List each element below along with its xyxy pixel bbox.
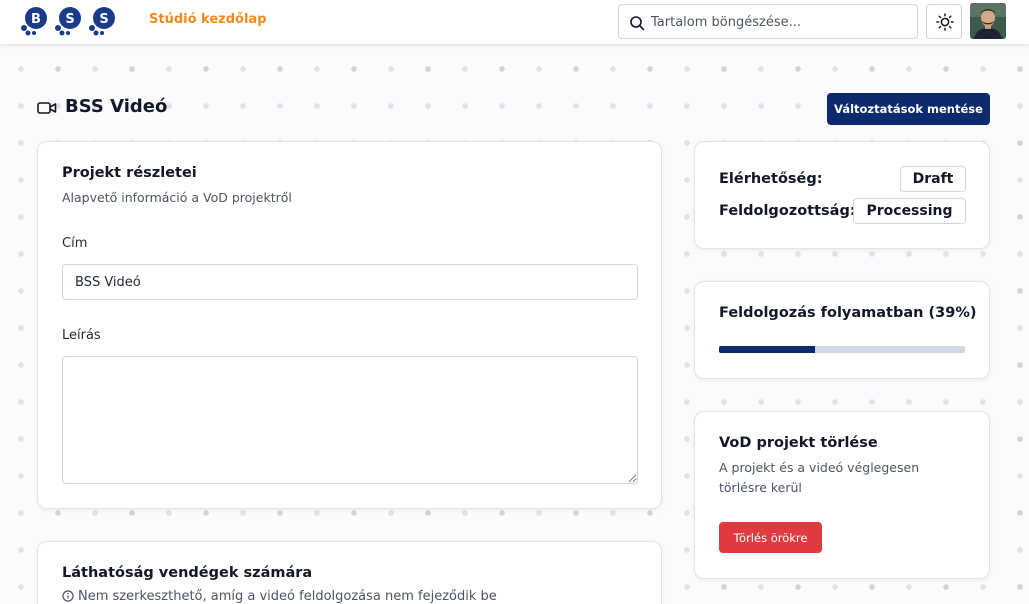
description-textarea[interactable] <box>62 356 638 484</box>
logo-letter-1: B <box>31 12 41 27</box>
visibility-card: Láthatóság vendégek számára Nem szerkesz… <box>37 541 662 604</box>
title-field-label: Cím <box>62 236 88 251</box>
title-input[interactable] <box>62 264 638 300</box>
processing-badge: Processing <box>853 198 966 224</box>
description-field-label: Leírás <box>62 328 101 343</box>
delete-title: VoD projekt törlése <box>719 435 878 451</box>
info-circle-icon <box>62 590 74 602</box>
delete-description: A projekt és a videó véglegesen törlésre… <box>719 460 920 495</box>
progress-bar <box>719 346 965 353</box>
logo-letter-3: S <box>99 12 108 27</box>
availability-badge: Draft <box>900 166 966 192</box>
studio-home-link[interactable]: Stúdió kezdőlap <box>149 12 267 27</box>
visibility-note-text: Nem szerkeszthető, amíg a videó feldolgo… <box>78 589 497 604</box>
search-icon <box>630 16 645 31</box>
availability-label: Elérhetőség: <box>719 171 823 187</box>
delete-card: VoD projekt törlése A projekt és a videó… <box>694 411 990 579</box>
top-header: B S S Stúdió kezdőlap <box>0 0 1029 44</box>
logo-letter-2: S <box>65 12 74 27</box>
processing-label: Feldolgozottság: <box>719 203 856 219</box>
theme-toggle-button[interactable] <box>926 4 962 39</box>
details-title: Projekt részletei <box>62 165 197 181</box>
delete-forever-button[interactable]: Törlés örökre <box>719 522 822 553</box>
page-title: BSS Videó <box>65 96 168 117</box>
progress-bar-fill <box>719 346 815 353</box>
save-changes-button[interactable]: Változtatások mentése <box>827 93 990 125</box>
progress-label: Feldolgozás folyamatban (39%) <box>719 305 977 321</box>
search-input[interactable] <box>651 11 911 33</box>
bss-logo[interactable]: B S S <box>20 4 120 36</box>
search-box[interactable] <box>618 4 918 39</box>
visibility-note: Nem szerkeszthető, amíg a videó feldolgo… <box>62 589 497 604</box>
details-subtitle: Alapvető információ a VoD projektről <box>62 190 292 205</box>
visibility-title: Láthatóság vendégek számára <box>62 565 313 581</box>
status-card: Elérhetőség: Draft Feldolgozottság: Proc… <box>694 141 990 249</box>
user-avatar[interactable] <box>970 3 1006 39</box>
video-camera-icon <box>37 102 57 114</box>
sun-icon <box>936 13 954 31</box>
project-details-card: Projekt részletei Alapvető információ a … <box>37 141 662 509</box>
progress-card: Feldolgozás folyamatban (39%) <box>694 281 990 379</box>
